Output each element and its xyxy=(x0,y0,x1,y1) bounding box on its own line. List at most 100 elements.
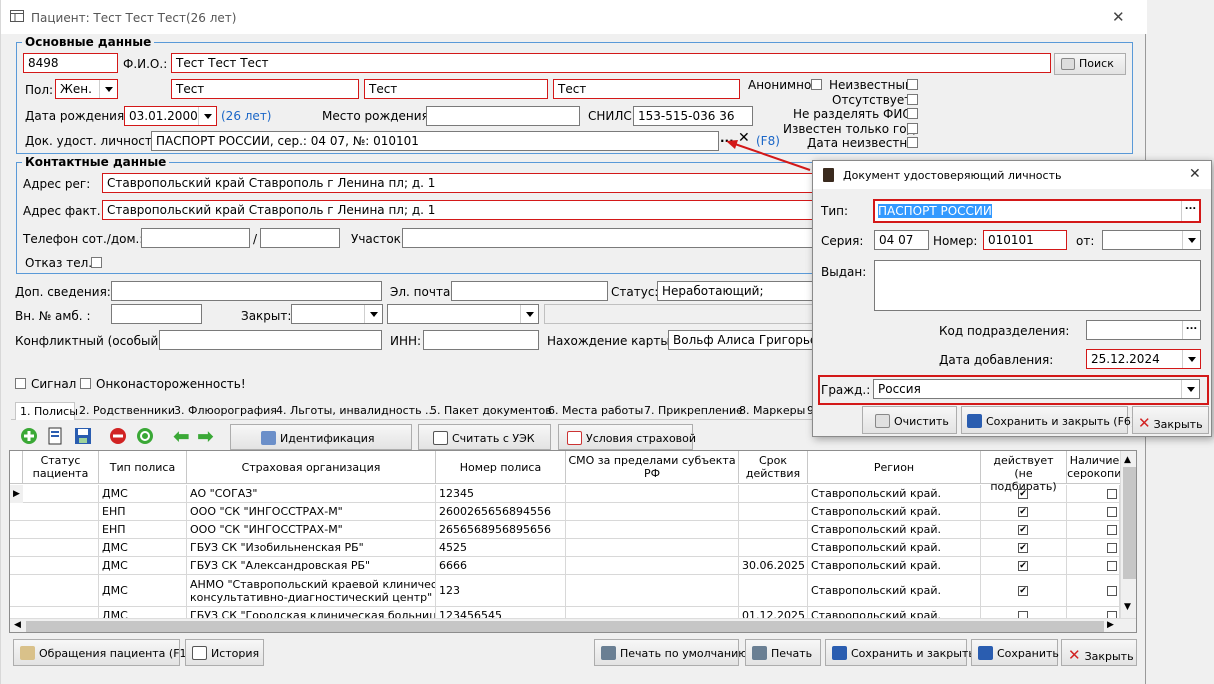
scroll-down-icon[interactable]: ▼ xyxy=(1124,602,1131,612)
search-button[interactable]: Поиск xyxy=(1054,53,1126,75)
doc-type-more-icon[interactable]: ... xyxy=(1181,201,1199,221)
col-status-header[interactable]: Статус пациента xyxy=(23,451,99,484)
added-date-field[interactable]: 25.12.2024 xyxy=(1086,349,1201,369)
dialog-save-close-button[interactable]: Сохранить и закрыть (F6) xyxy=(961,406,1135,434)
last-name-field[interactable]: Тест xyxy=(171,79,359,99)
tab-documents[interactable]: 5. Пакет документов xyxy=(430,402,552,420)
copy-checkbox[interactable] xyxy=(1107,507,1117,517)
reg-address-field[interactable]: Ставропольский край Ставрополь г Ленина … xyxy=(102,173,813,193)
table-row[interactable]: ЕНП ООО "СК "ИНГОССТРАХ-М" 265656895689565… xyxy=(10,521,1120,539)
inactive-checkbox[interactable]: ✔ xyxy=(1018,525,1028,535)
dateunknown-checkbox[interactable] xyxy=(907,137,918,148)
copy-checkbox[interactable] xyxy=(1107,489,1117,499)
copy-checkbox[interactable] xyxy=(1107,561,1117,571)
patient-id-field[interactable]: 8498 xyxy=(23,53,118,73)
insurance-conditions-button[interactable]: Условия страховой xyxy=(558,424,696,450)
conflict-field[interactable] xyxy=(159,330,382,350)
col-smo-header[interactable]: СМО за пределами субъекта РФ xyxy=(566,451,739,484)
doc-type-field[interactable]: ПАСПОРТ РОССИИ... xyxy=(873,199,1201,223)
tab-fluorography[interactable]: 3. Флюорография xyxy=(174,402,277,420)
horizontal-scrollbar[interactable]: ◀ ▶ xyxy=(10,618,1136,632)
sex-select[interactable]: Жен. xyxy=(55,79,118,99)
tab-relatives[interactable]: 2. Родственники xyxy=(79,402,175,420)
mobile-phone-field[interactable] xyxy=(141,228,250,248)
scroll-right-icon[interactable]: ▶ xyxy=(1107,620,1114,630)
copy-checkbox[interactable] xyxy=(1107,586,1117,596)
dept-code-more-icon[interactable]: ... xyxy=(1182,321,1200,339)
issued-field[interactable] xyxy=(874,260,1201,311)
birthplace-field[interactable] xyxy=(426,106,580,126)
copy-checkbox[interactable] xyxy=(1107,525,1117,535)
patronymic-field[interactable]: Тест xyxy=(553,79,740,99)
amb-field[interactable] xyxy=(111,304,202,324)
email-field[interactable] xyxy=(451,281,608,301)
close-button[interactable]: ✕ Закрыть xyxy=(1061,639,1137,666)
hscroll-thumb[interactable] xyxy=(26,621,1104,632)
series-field[interactable]: 04 07 xyxy=(874,230,929,250)
closed-select[interactable] xyxy=(291,304,383,324)
history-button[interactable]: История xyxy=(185,639,264,666)
table-row[interactable]: ДМС ГБУЗ СК "Александровская РБ" 6666 30.06… xyxy=(10,557,1120,575)
inactive-checkbox[interactable]: ✔ xyxy=(1018,507,1028,517)
number-field[interactable]: 010101 xyxy=(983,230,1067,250)
inactive-checkbox[interactable]: ✔ xyxy=(1018,561,1028,571)
inactive-checkbox[interactable]: ✔ xyxy=(1018,586,1028,596)
appeals-button[interactable]: Обращения пациента (F11) xyxy=(13,639,198,666)
copy-checkbox[interactable] xyxy=(1107,543,1117,553)
col-inactive-header[interactable]: Не действует (не подбирать) xyxy=(981,451,1067,493)
from-date-select[interactable] xyxy=(1102,230,1201,250)
unknown-checkbox[interactable] xyxy=(907,79,918,90)
fio-field[interactable]: Тест Тест Тест xyxy=(171,53,1051,73)
print-default-button[interactable]: Печать по умолчанию xyxy=(594,639,748,666)
anon-checkbox[interactable] xyxy=(811,79,822,90)
dialog-close-button[interactable]: ✕ Закрыть xyxy=(1132,406,1209,434)
col-type-header[interactable]: Тип полиса xyxy=(99,451,187,484)
yearonly-checkbox[interactable] xyxy=(907,123,918,134)
scroll-thumb[interactable] xyxy=(1123,467,1136,579)
table-row[interactable]: ЕНП ООО "СК "ИНГОССТРАХ-М" 260026565689455… xyxy=(10,503,1120,521)
dop-field[interactable] xyxy=(111,281,382,301)
save-button[interactable]: Сохранить xyxy=(971,639,1059,666)
edit-icon[interactable] xyxy=(47,427,65,445)
snils-field[interactable]: 153-515-036 36 xyxy=(633,106,753,126)
closed-reason-select[interactable] xyxy=(387,304,539,324)
save-icon[interactable] xyxy=(74,427,92,445)
col-copy-header[interactable]: Наличие ксерокопии xyxy=(1067,451,1123,484)
fact-address-field[interactable]: Ставропольский край Ставрополь г Ленина … xyxy=(102,200,813,220)
tab-benefits[interactable]: 4. Льготы, инвалидность ... xyxy=(276,402,436,420)
home-phone-field[interactable] xyxy=(260,228,340,248)
scroll-left-icon[interactable]: ◀ xyxy=(14,620,21,630)
table-row[interactable]: ДМС ГБУЗ СК "Изобильненская РБ" 4525 Ставро… xyxy=(10,539,1120,557)
col-term-header[interactable]: Срок действия xyxy=(739,451,808,484)
vertical-scrollbar[interactable]: ▲ ▼ xyxy=(1120,451,1136,618)
print-button[interactable]: Печать xyxy=(745,639,821,666)
arrow-left-icon[interactable]: ⬅ xyxy=(173,424,190,448)
save-close-button[interactable]: Сохранить и закрыть xyxy=(825,639,975,666)
read-uek-button[interactable]: Считать с УЭК xyxy=(418,424,551,450)
col-region-header[interactable]: Регион xyxy=(808,451,981,484)
tab-policies[interactable]: 1. Полисы xyxy=(15,402,78,420)
delete-icon[interactable] xyxy=(109,427,127,445)
onko-checkbox[interactable] xyxy=(80,378,91,389)
scroll-up-icon[interactable]: ▲ xyxy=(1124,455,1131,465)
arrow-right-icon[interactable]: ➡ xyxy=(197,424,214,448)
dialog-close-icon[interactable]: ✕ xyxy=(1189,166,1201,182)
doc-field[interactable]: ПАСПОРТ РОССИИ, сер.: 04 07, №: 010101 xyxy=(151,131,719,151)
absent-checkbox[interactable] xyxy=(907,94,918,105)
inactive-checkbox[interactable]: ✔ xyxy=(1018,543,1028,553)
birth-date-field[interactable]: 03.01.2000 xyxy=(124,106,217,126)
add-icon[interactable] xyxy=(20,427,38,445)
inn-field[interactable] xyxy=(423,330,539,350)
citizenship-select[interactable]: Россия xyxy=(873,379,1200,399)
tab-workplaces[interactable]: 6. Места работы xyxy=(548,402,643,420)
col-number-header[interactable]: Номер полиса xyxy=(436,451,566,484)
nosplit-checkbox[interactable] xyxy=(907,108,918,119)
table-row[interactable]: ДМС АО "СОГАЗ" 12345 Ставропольский край. ✔ xyxy=(10,485,1120,503)
dept-code-field[interactable]: ... xyxy=(1086,320,1201,340)
signal-checkbox[interactable] xyxy=(15,378,26,389)
refresh-icon[interactable] xyxy=(136,427,154,445)
col-org-header[interactable]: Страховая организация xyxy=(187,451,436,484)
window-close-icon[interactable]: ✕ xyxy=(1112,8,1125,26)
first-name-field[interactable]: Тест xyxy=(364,79,548,99)
inactive-checkbox[interactable]: ✔ xyxy=(1018,489,1028,499)
